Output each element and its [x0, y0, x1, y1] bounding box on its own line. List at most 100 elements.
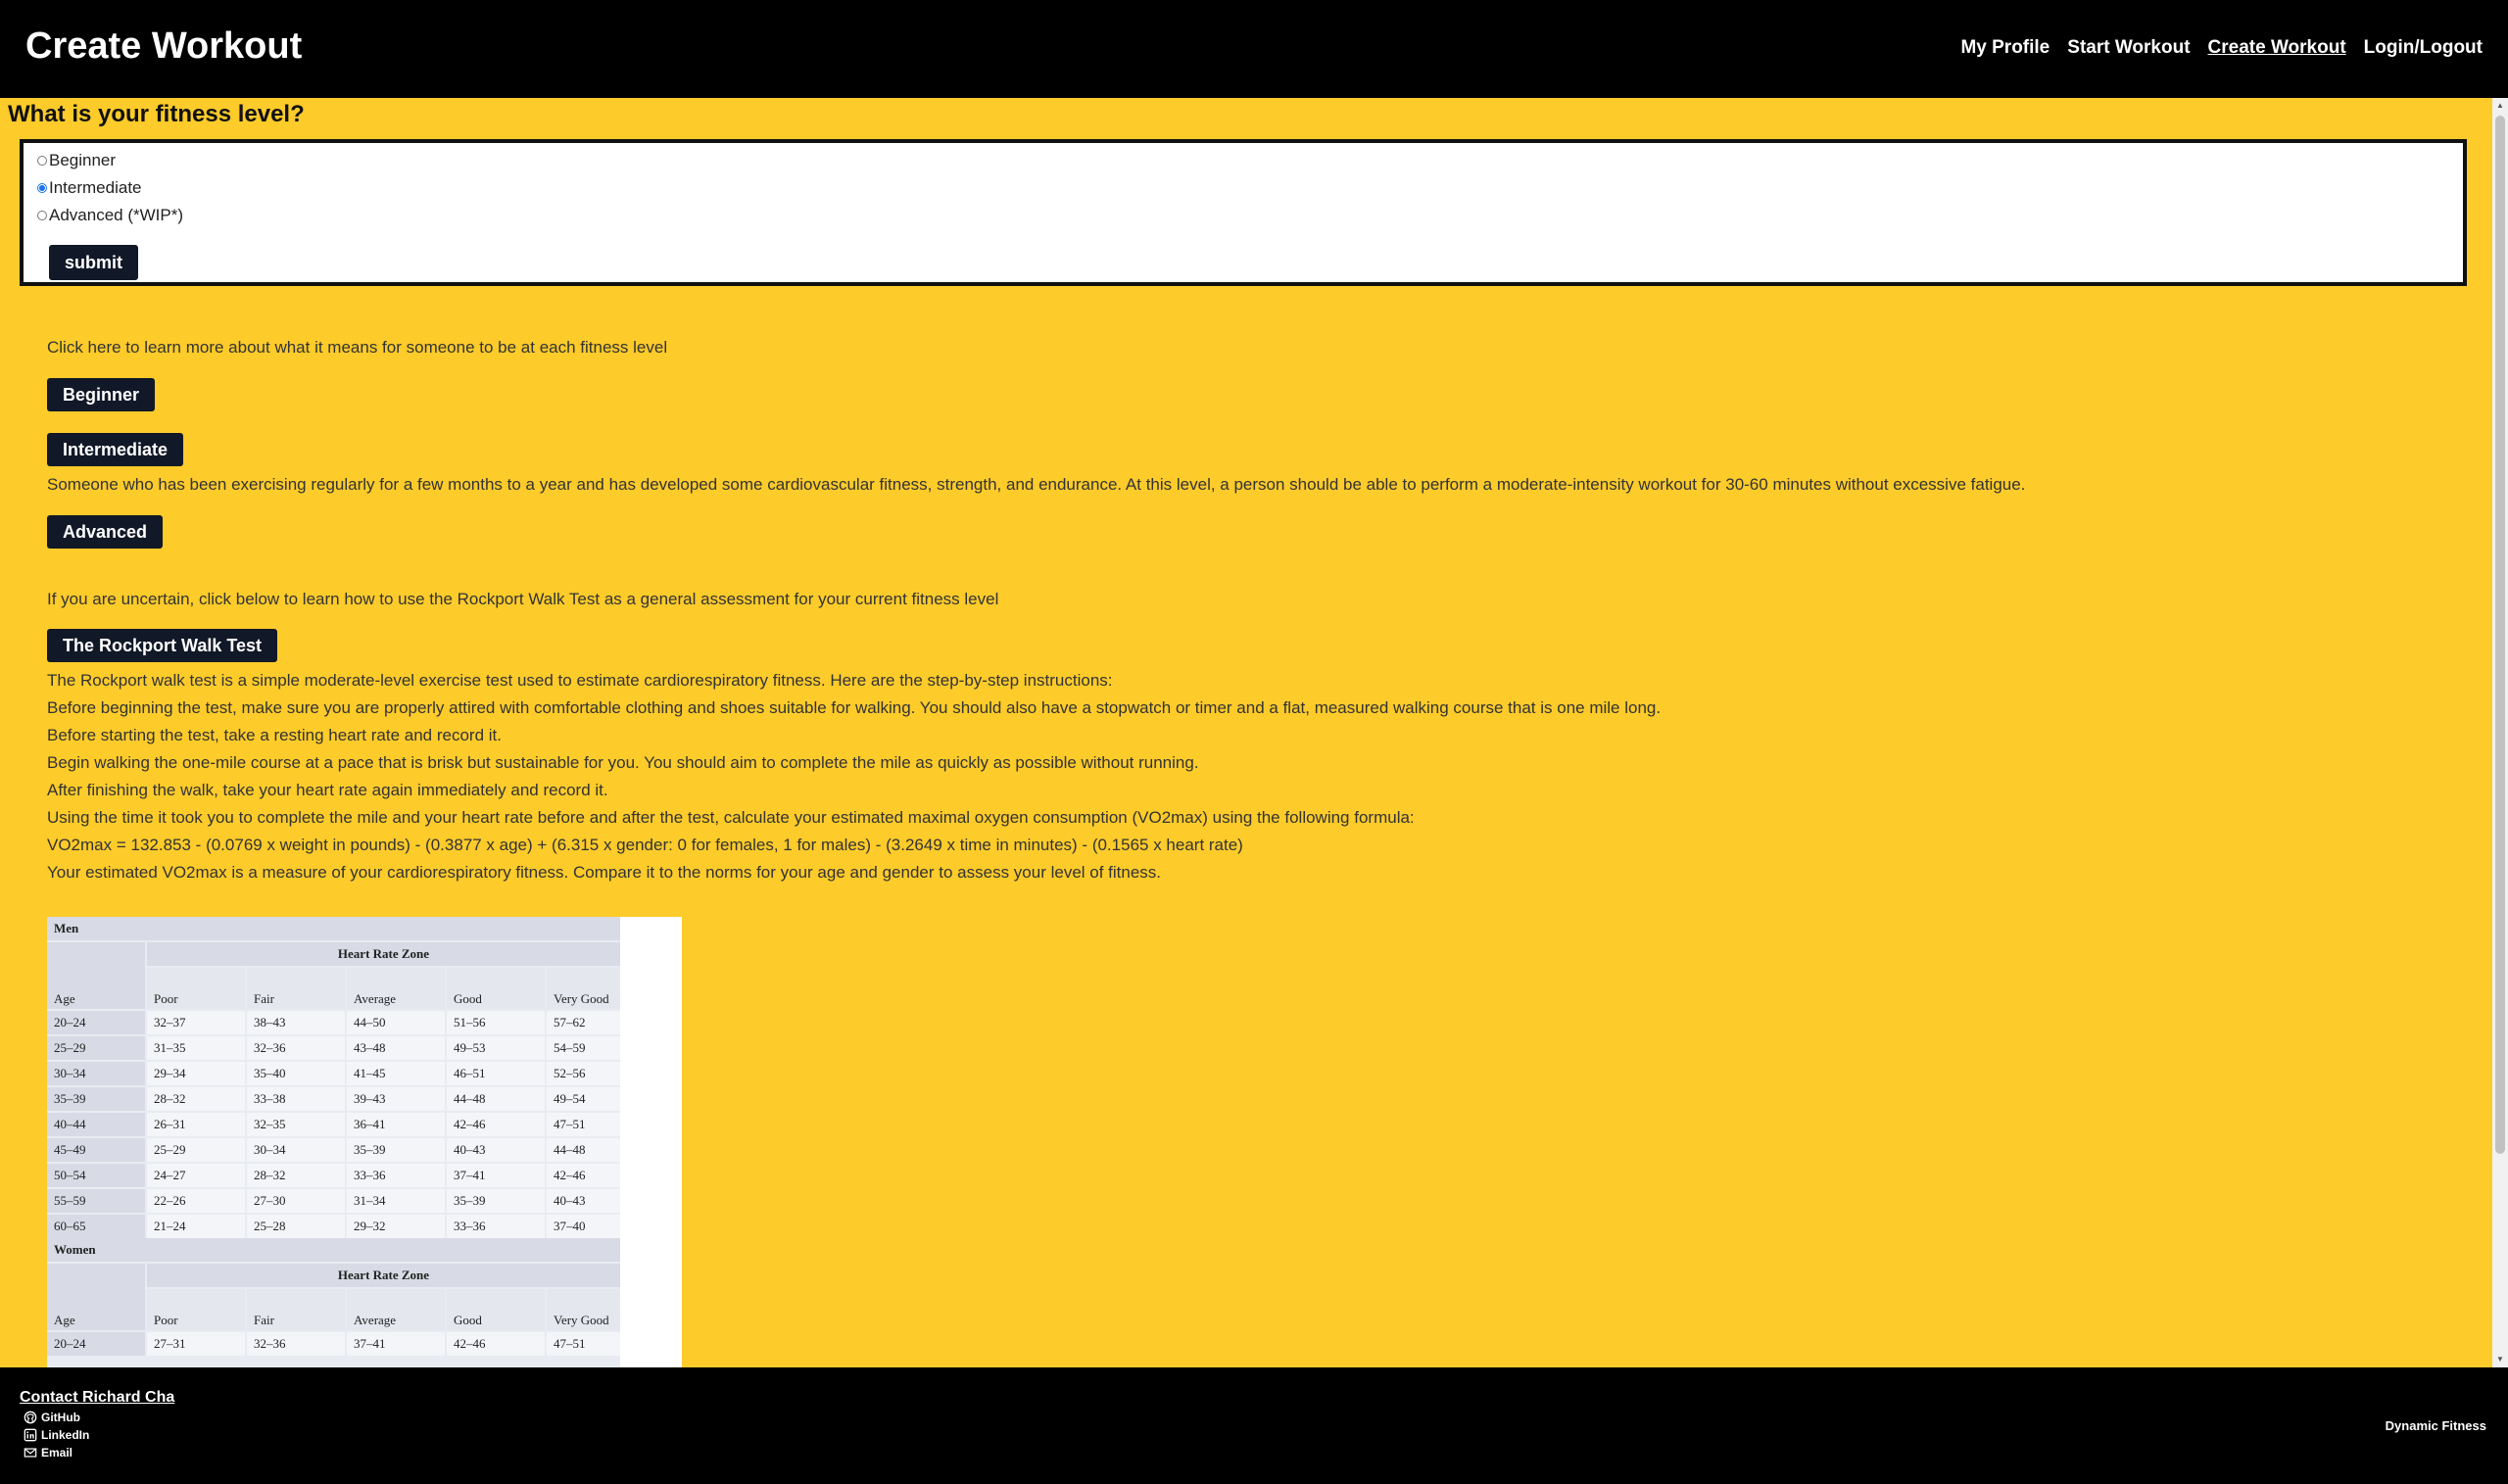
main-nav: My Profile Start Workout Create Workout … — [1960, 37, 2483, 59]
table-cell: 49–54 — [547, 1087, 620, 1111]
footer: Contact Richard Cha GitHub LinkedIn Emai… — [0, 1367, 2508, 1484]
table-cell: 46–51 — [447, 1062, 545, 1085]
github-link[interactable]: GitHub — [24, 1411, 80, 1424]
table-zone-header: Heart Rate Zone — [147, 1264, 620, 1287]
nav-start-workout[interactable]: Start Workout — [2067, 37, 2190, 59]
scrollbar-thumb[interactable] — [2495, 116, 2505, 1154]
table-cell: 44–50 — [347, 1011, 445, 1034]
table-column-header: Average — [347, 968, 445, 1009]
scroll-up-arrow-icon[interactable]: ▲ — [2495, 101, 2505, 111]
rockport-line: Before beginning the test, make sure you… — [47, 698, 1662, 717]
rockport-line: Using the time it took you to complete t… — [47, 808, 1415, 827]
rockport-line: Before starting the test, take a resting… — [47, 726, 502, 744]
nav-create-workout[interactable]: Create Workout — [2208, 37, 2346, 59]
table-age-header: Age — [47, 942, 145, 1009]
table-cell: 49–53 — [447, 1036, 545, 1060]
table-cell: 29–34 — [147, 1062, 245, 1085]
table-cell: 43–48 — [347, 1036, 445, 1060]
table-cell: 30–34 — [247, 1138, 345, 1162]
table-cell: 42–46 — [447, 1332, 545, 1356]
email-link[interactable]: Email — [24, 1446, 72, 1460]
radio-label-advanced: Advanced (*WIP*) — [49, 206, 183, 224]
table-cell: 51–56 — [447, 1011, 545, 1034]
radio-option-intermediate[interactable]: Intermediate — [37, 178, 142, 198]
rockport-line: Begin walking the one-mile course at a p… — [47, 753, 1199, 772]
email-icon — [24, 1448, 37, 1458]
contact-title[interactable]: Contact Richard Cha — [20, 1389, 174, 1407]
fitness-level-question: What is your fitness level? — [8, 101, 305, 127]
nav-my-profile[interactable]: My Profile — [1960, 37, 2050, 59]
table-cell: 42–46 — [447, 1113, 545, 1136]
table-cell: 37–40 — [547, 1215, 620, 1238]
rockport-line: After finishing the walk, take your hear… — [47, 781, 608, 799]
table-cell: 37–41 — [447, 1164, 545, 1187]
top-navbar: Create Workout My Profile Start Workout … — [0, 0, 2508, 98]
table-cell: 22–26 — [147, 1189, 245, 1213]
submit-button[interactable]: submit — [49, 245, 139, 280]
table-column-header: Fair — [247, 1289, 345, 1330]
rockport-line: The Rockport walk test is a simple moder… — [47, 671, 1113, 690]
vo2max-formula: VO2max = 132.853 - (0.0769 x weight in p… — [47, 836, 1243, 854]
table-cell: 29–32 — [347, 1215, 445, 1238]
table-cell: 42–46 — [547, 1164, 620, 1187]
table-cell: 37–41 — [347, 1332, 445, 1356]
rockport-walk-test-button[interactable]: The Rockport Walk Test — [47, 629, 278, 662]
radio-intermediate[interactable] — [37, 183, 47, 193]
nav-login-logout[interactable]: Login/Logout — [2364, 37, 2483, 59]
rockport-line: Your estimated VO2max is a measure of yo… — [47, 863, 1162, 882]
vo2max-norms-table-image: Men Age Heart Rate Zone Poor Fair Average Good… — [47, 917, 682, 1367]
table-cell: 26–31 — [147, 1113, 245, 1136]
table-column-header: Good — [447, 968, 545, 1009]
table-column-header: Fair — [247, 968, 345, 1009]
table-cell: 45–49 — [47, 1138, 145, 1162]
table-cell: 28–32 — [147, 1087, 245, 1111]
radio-advanced[interactable] — [37, 211, 47, 220]
email-link-label: Email — [41, 1446, 73, 1460]
table-cell: 33–38 — [247, 1087, 345, 1111]
radio-beginner[interactable] — [37, 156, 47, 166]
vo2max-norms-table: Men Age Heart Rate Zone Poor Fair Average Good… — [47, 917, 620, 1367]
table-cell: 47–51 — [547, 1113, 620, 1136]
table-cell: 47–51 — [547, 1332, 620, 1356]
table-cell: 52–56 — [547, 1062, 620, 1085]
linkedin-link-label: LinkedIn — [41, 1428, 90, 1442]
table-cell: 30–34 — [47, 1062, 145, 1085]
table-cell: 32–37 — [147, 1011, 245, 1034]
table-age-header: Age — [47, 1264, 145, 1330]
github-link-label: GitHub — [41, 1411, 80, 1424]
table-column-header: Average — [347, 1289, 445, 1330]
table-cell: 36–41 — [347, 1113, 445, 1136]
beginner-info-button[interactable]: Beginner — [47, 378, 156, 411]
table-zone-header: Heart Rate Zone — [147, 942, 620, 966]
table-cell: 32–35 — [247, 1113, 345, 1136]
radio-option-beginner[interactable]: Beginner — [37, 151, 116, 170]
table-cell: 33–36 — [347, 1164, 445, 1187]
intermediate-info-button[interactable]: Intermediate — [47, 433, 184, 466]
intermediate-description: Someone who has been exercising regularl… — [47, 475, 2026, 494]
table-section-label: Women — [47, 1238, 620, 1262]
table-cell: 57–62 — [547, 1011, 620, 1034]
table-cell: 35–39 — [47, 1087, 145, 1111]
table-cell: 50–54 — [47, 1164, 145, 1187]
table-cell: 20–24 — [47, 1011, 145, 1034]
table-cell: 28–32 — [247, 1164, 345, 1187]
linkedin-link[interactable]: LinkedIn — [24, 1428, 89, 1442]
radio-option-advanced[interactable]: Advanced (*WIP*) — [37, 206, 183, 225]
table-cell: 25–29 — [47, 1036, 145, 1060]
fitness-level-form: Beginner Intermediate Advanced (*WIP*) s… — [20, 139, 2467, 286]
table-cell: 40–43 — [547, 1189, 620, 1213]
table-column-header: Poor — [147, 968, 245, 1009]
table-cell: 44–48 — [547, 1138, 620, 1162]
table-cell: 44–48 — [447, 1087, 545, 1111]
table-cell: 25–29 — [147, 1138, 245, 1162]
scroll-down-arrow-icon[interactable]: ▼ — [2495, 1355, 2505, 1364]
advanced-info-button[interactable]: Advanced — [47, 515, 164, 549]
page-title: Create Workout — [25, 25, 303, 67]
table-cell: 41–45 — [347, 1062, 445, 1085]
linkedin-icon — [24, 1428, 37, 1442]
scrollbar[interactable]: ▲ ▼ — [2492, 98, 2508, 1367]
table-cell: 55–59 — [47, 1189, 145, 1213]
table-column-header: Very Good — [547, 968, 620, 1009]
table-cell: 31–35 — [147, 1036, 245, 1060]
table-cell: 38–43 — [247, 1011, 345, 1034]
